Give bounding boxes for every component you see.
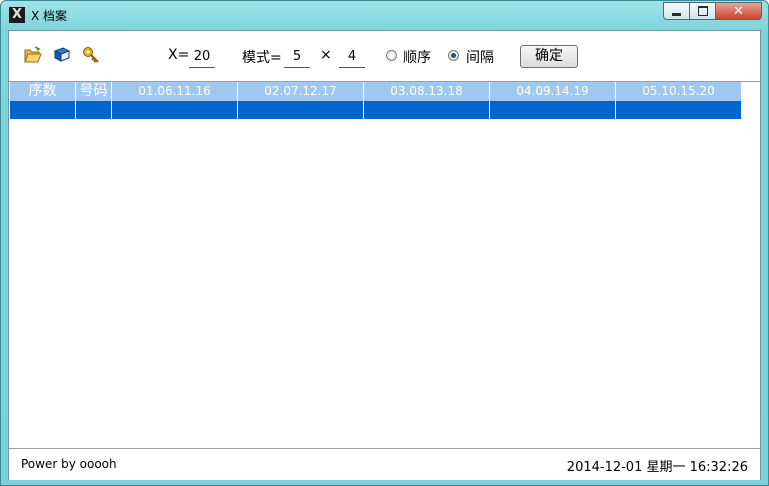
table-row[interactable] — [10, 101, 742, 119]
radio-sequential-label[interactable]: 顺序 — [403, 47, 431, 67]
close-button[interactable]: ✕ — [716, 2, 762, 20]
table-cell[interactable] — [10, 101, 76, 119]
book-icon[interactable] — [53, 46, 71, 64]
column-header-group-3[interactable]: 03.08.13.18 — [364, 82, 490, 101]
table-cell[interactable] — [490, 101, 616, 119]
x-label: X= — [168, 47, 190, 63]
mode-rows-input[interactable] — [284, 45, 310, 68]
app-x-icon: X — [9, 7, 25, 23]
radio-interval-label[interactable]: 间隔 — [466, 47, 494, 67]
client-area: X= 模式= × 顺序 间隔 确定 序数 号码 01.06.11.16 02.0… — [8, 30, 761, 480]
folder-open-icon[interactable] — [24, 46, 42, 64]
confirm-button[interactable]: 确定 — [520, 45, 578, 68]
app-window: X X 档案 ✕ X= 20 模式= 5 × 4 顺序 间隔 确定 序数 号码 … — [0, 0, 769, 486]
status-credit: Power by ooooh — [21, 457, 117, 471]
status-bar: Power by ooooh 2014-12-01 星期一 16:32:26 — [9, 448, 760, 480]
column-header-index[interactable]: 序数 — [10, 82, 76, 101]
data-grid[interactable]: 序数 号码 01.06.11.16 02.07.12.17 03.08.13.1… — [9, 81, 760, 449]
title-bar[interactable]: X X 档案 ✕ — [1, 1, 768, 29]
column-header-group-1[interactable]: 01.06.11.16 — [112, 82, 238, 101]
table-cell[interactable] — [76, 101, 112, 119]
table-cell[interactable] — [238, 101, 364, 119]
column-header-group-4[interactable]: 04.09.14.19 — [490, 82, 616, 101]
close-icon: ✕ — [733, 3, 744, 19]
toolbar: X= 模式= × 顺序 间隔 确定 — [9, 31, 760, 81]
mode-label: 模式= — [242, 50, 282, 66]
maximize-icon — [697, 6, 708, 16]
x-value-input[interactable] — [189, 45, 215, 68]
key-icon[interactable] — [82, 46, 100, 64]
radio-interval[interactable] — [448, 50, 459, 61]
mode-cols-input[interactable] — [339, 45, 365, 68]
maximize-button[interactable] — [690, 2, 716, 20]
column-header-number[interactable]: 号码 — [76, 82, 112, 101]
radio-sequential[interactable] — [386, 50, 397, 61]
status-datetime: 2014-12-01 星期一 16:32:26 — [566, 460, 748, 475]
column-header-group-5[interactable]: 05.10.15.20 — [616, 82, 742, 101]
times-symbol: × — [320, 47, 332, 63]
window-title: X 档案 — [31, 9, 68, 23]
minimize-icon — [672, 12, 681, 16]
table-cell[interactable] — [112, 101, 238, 119]
minimize-button[interactable] — [663, 2, 690, 20]
grid-header: 序数 号码 01.06.11.16 02.07.12.17 03.08.13.1… — [10, 82, 742, 101]
table-cell[interactable] — [364, 101, 490, 119]
table-cell[interactable] — [616, 101, 742, 119]
column-header-group-2[interactable]: 02.07.12.17 — [238, 82, 364, 101]
